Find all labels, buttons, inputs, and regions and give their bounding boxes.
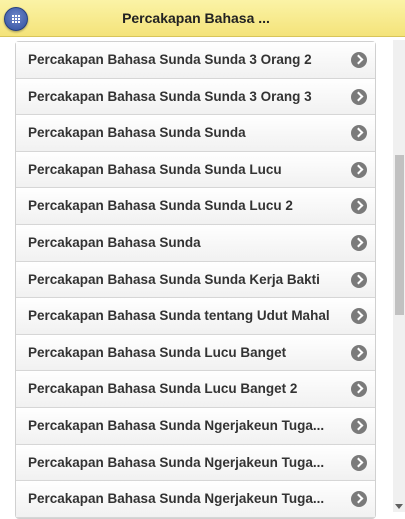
scroll-down-arrow-icon[interactable] [395, 504, 403, 509]
chevron-right-icon [351, 344, 367, 361]
list-item[interactable]: Percakapan Bahasa Sunda Ngerjakeun Tuga.… [16, 407, 375, 445]
scrollbar-thumb[interactable] [395, 155, 404, 315]
list-item-label: Percakapan Bahasa Sunda Sunda 3 Orang 2 [28, 52, 312, 67]
chevron-right-icon [351, 198, 367, 215]
list-item[interactable]: Percakapan Bahasa Sunda Ngerjakeun Tuga.… [16, 444, 375, 482]
list-item[interactable]: Percakapan Bahasa Sunda Lucu Banget 2 [16, 371, 375, 408]
list-item-label: Percakapan Bahasa Sunda Sunda 3 Orang 3 [28, 88, 312, 104]
list-item-label: Percakapan Bahasa Sunda Sunda Kerja Bakt… [28, 271, 320, 287]
chevron-right-icon [351, 125, 367, 142]
list-item[interactable]: Percakapan Bahasa Sunda [16, 224, 375, 262]
conversation-list: Percakapan Bahasa Sunda Sunda 3 Orang 2 … [15, 41, 376, 519]
list-item-label: Percakapan Bahasa Sunda Lucu Banget [28, 344, 287, 360]
list-item[interactable]: Percakapan Bahasa Sunda tentang Udut Mah… [16, 298, 375, 335]
list-item-label: Percakapan Bahasa Sunda tentang Udut Mah… [28, 308, 330, 324]
list-item[interactable]: Percakapan Bahasa Sunda Ngerjakeun Tuga.… [16, 481, 375, 518]
chevron-right-icon [351, 381, 367, 398]
list-item[interactable]: Percakapan Bahasa Sunda Sunda [16, 115, 375, 152]
list-item[interactable]: Percakapan Bahasa Sunda Sunda Kerja Bakt… [16, 261, 375, 299]
chevron-right-icon [351, 234, 367, 251]
vertical-scrollbar[interactable] [393, 40, 405, 512]
list-item-label: Percakapan Bahasa Sunda Lucu Banget 2 [28, 381, 298, 397]
chevron-right-icon [351, 454, 367, 471]
chevron-right-icon [351, 52, 367, 68]
chevron-right-icon [351, 491, 367, 508]
list-item-label: Percakapan Bahasa Sunda Sunda Lucu [28, 161, 282, 177]
list-item[interactable]: Percakapan Bahasa Sunda Lucu Banget [16, 334, 375, 372]
list-item-label: Percakapan Bahasa Sunda Ngerjakeun Tuga.… [28, 454, 325, 470]
chevron-right-icon [351, 271, 367, 288]
page-title: Percakapan Bahasa ... [122, 10, 270, 26]
list-item-label: Percakapan Bahasa Sunda Sunda [28, 125, 246, 141]
list-item[interactable]: Percakapan Bahasa Sunda Sunda Lucu [16, 151, 375, 189]
chevron-right-icon [351, 88, 367, 105]
list-item-label: Percakapan Bahasa Sunda Sunda Lucu 2 [28, 198, 293, 214]
chevron-right-icon [351, 417, 367, 434]
list-item-label: Percakapan Bahasa Sunda [28, 234, 201, 250]
list-item[interactable]: Percakapan Bahasa Sunda Sunda Lucu 2 [16, 188, 375, 225]
list-item-label: Percakapan Bahasa Sunda Ngerjakeun Tuga.… [28, 491, 325, 507]
chevron-right-icon [351, 308, 367, 325]
list-item[interactable]: Percakapan Bahasa Sunda Sunda 3 Orang 3 [16, 78, 375, 116]
list-item[interactable]: Percakapan Bahasa Sunda Sunda 3 Orang 2 [16, 42, 375, 79]
app-header: Percakapan Bahasa ... [0, 0, 405, 37]
list-item-label: Percakapan Bahasa Sunda Ngerjakeun Tuga.… [28, 417, 325, 433]
chevron-right-icon [351, 161, 367, 178]
